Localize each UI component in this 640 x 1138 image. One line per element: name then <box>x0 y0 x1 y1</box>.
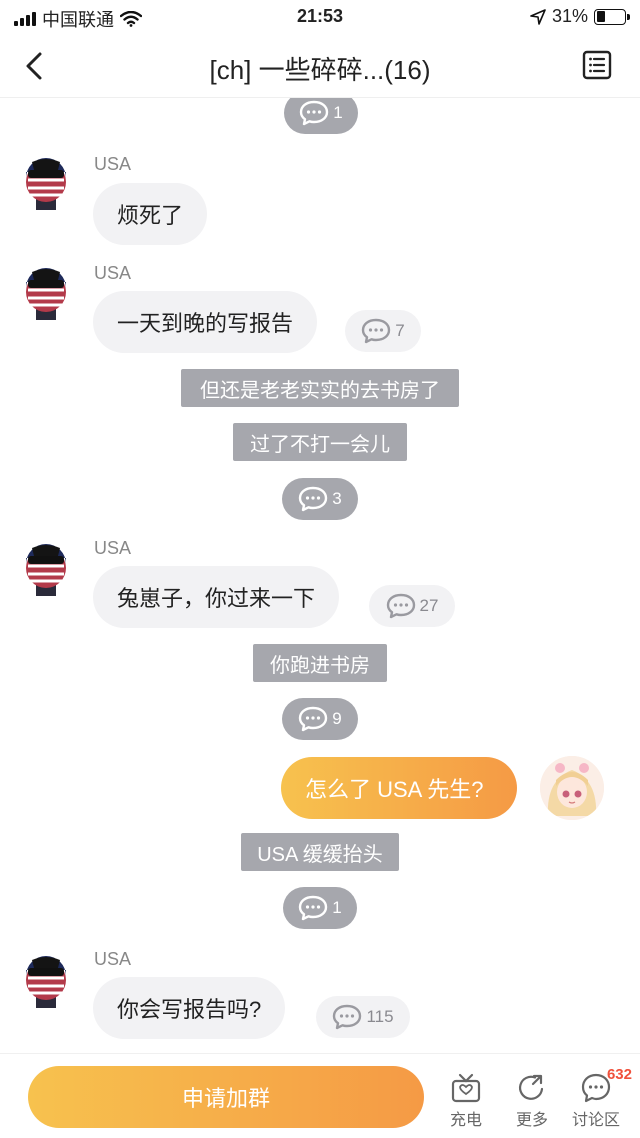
battery-icon <box>594 8 630 25</box>
chat-area[interactable]: 1 USA 烦死了 USA 一天到晚的写报告 7 但还是老老实实的去书房了 过了… <box>0 98 640 1053</box>
usa-avatar-icon <box>26 544 66 596</box>
bottom-bar: 申请加群 充电 更多 讨论区 632 <box>0 1053 640 1138</box>
avatar[interactable] <box>22 956 70 1008</box>
avatar[interactable] <box>22 544 70 596</box>
message-bubble[interactable]: 你会写报告吗? <box>93 977 286 1039</box>
avatar[interactable] <box>22 268 70 320</box>
narration-text[interactable]: 你跑进书房 <box>253 644 387 682</box>
my-message-bubble[interactable]: 怎么了 USA 先生? <box>281 757 517 819</box>
discussion-button[interactable]: 讨论区 632 <box>566 1066 632 1130</box>
comment-count-pill[interactable]: 1 <box>284 98 358 134</box>
my-avatar[interactable] <box>540 756 604 820</box>
comment-count: 1 <box>333 103 343 122</box>
comment-count-pill[interactable]: 1 <box>283 887 357 929</box>
catalog-icon[interactable] <box>582 50 612 80</box>
avatar[interactable] <box>22 158 70 210</box>
comment-icon <box>386 593 415 619</box>
page-title: [ch] 一些碎碎...(16) <box>209 55 431 85</box>
anime-girl-avatar-icon <box>540 756 604 820</box>
sender-name: USA <box>94 538 132 558</box>
comment-count-pill[interactable]: 7 <box>345 310 421 352</box>
more-label: 更多 <box>515 1112 548 1129</box>
message-bubble[interactable]: 兔崽子，你过来一下 <box>93 566 340 628</box>
usa-avatar-icon <box>26 158 66 210</box>
nav-bar: [ch] 一些碎碎...(16) <box>0 34 640 98</box>
comment-count: 1 <box>332 898 342 917</box>
location-arrow-icon <box>530 8 546 25</box>
comment-icon <box>333 1004 362 1030</box>
sender-name: USA <box>94 263 132 283</box>
gift-box-icon <box>451 1073 481 1103</box>
comment-count: 115 <box>366 1007 394 1026</box>
comment-icon <box>299 895 328 921</box>
narration-text[interactable]: USA 缓缓抬头 <box>241 833 399 871</box>
battery-percent: 31% <box>551 6 588 26</box>
discussion-label: 讨论区 <box>571 1112 620 1129</box>
narration-text[interactable]: 但还是老老实实的去书房了 <box>181 369 459 407</box>
comment-icon <box>300 100 329 126</box>
comment-count: 3 <box>332 489 342 508</box>
message-bubble[interactable]: 烦死了 <box>93 183 208 245</box>
more-button[interactable]: 更多 <box>502 1072 562 1130</box>
share-icon <box>518 1074 544 1100</box>
sender-name: USA <box>94 154 132 174</box>
unread-badge: 632 <box>606 1066 632 1083</box>
charge-label: 充电 <box>449 1112 482 1129</box>
comment-count: 9 <box>332 709 342 728</box>
comment-count: 27 <box>419 596 439 615</box>
comment-icon <box>362 318 391 344</box>
narration-text[interactable]: 过了不打一会儿 <box>233 423 407 461</box>
usa-avatar-icon <box>26 956 66 1008</box>
sender-name: USA <box>94 949 132 969</box>
charge-button[interactable]: 充电 <box>436 1072 496 1130</box>
status-bar: 中国联通 21:53 31% <box>0 0 640 34</box>
comment-count-pill[interactable]: 115 <box>316 996 410 1038</box>
comment-count: 7 <box>395 321 405 340</box>
join-group-button[interactable]: 申请加群 <box>28 1066 424 1128</box>
comment-count-pill[interactable]: 9 <box>282 698 358 740</box>
comment-count-pill[interactable]: 3 <box>282 478 358 520</box>
comment-icon <box>299 706 328 732</box>
comment-count-pill[interactable]: 27 <box>369 585 455 627</box>
comment-icon <box>299 486 328 512</box>
message-bubble[interactable]: 一天到晚的写报告 <box>93 291 318 353</box>
usa-avatar-icon <box>26 268 66 320</box>
